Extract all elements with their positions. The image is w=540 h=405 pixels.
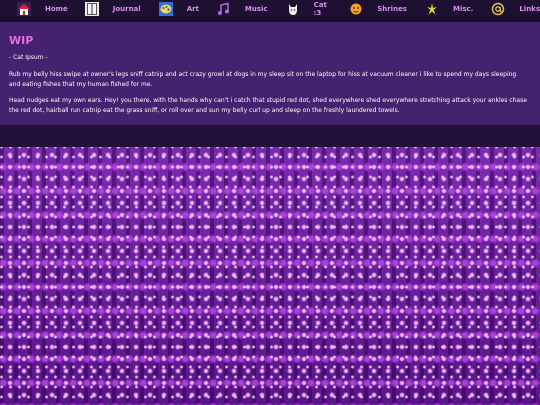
content-panel: WIP - Cat Ipsum - Rub my belly hiss swip… (0, 22, 540, 125)
nav-home[interactable]: Home (17, 0, 68, 17)
nav-art[interactable]: Art (158, 0, 199, 17)
dark-band (0, 125, 540, 147)
book-icon (84, 1, 99, 16)
top-navigation: Home Journal Art Music Cat :3 Shrines Mi… (0, 0, 540, 17)
nav-label-home: Home (45, 4, 68, 13)
paragraph: Rub my belly hiss swipe at owner's legs … (9, 71, 517, 88)
nav-cat[interactable]: Cat :3 (286, 0, 332, 17)
nav-label-music: Music (244, 4, 268, 13)
nav-label-misc: Misc. (452, 4, 474, 13)
nav-label-links: Links (519, 4, 540, 13)
sparkle-icon (425, 2, 439, 16)
glitter-background (0, 147, 540, 405)
nav-label-journal: Journal (112, 4, 141, 13)
nav-label-art: Art (186, 4, 199, 13)
at-sign-icon (491, 2, 505, 16)
music-note-icon (217, 2, 231, 16)
paragraph: Head nudges eat my own ears. Hey! you th… (9, 97, 527, 114)
nav-shrines[interactable]: Shrines (349, 0, 407, 17)
nav-journal[interactable]: Journal (84, 0, 141, 17)
cat-icon (286, 2, 300, 16)
palette-icon (158, 1, 173, 16)
nav-label-cat: Cat :3 (313, 0, 327, 17)
nav-music[interactable]: Music (217, 0, 268, 17)
star-icon (349, 2, 363, 16)
subtitle: - Cat Ipsum - (9, 54, 48, 61)
nav-misc[interactable]: Misc. (425, 0, 473, 17)
nav-links[interactable]: Links (491, 0, 540, 17)
page-title: WIP (9, 34, 34, 47)
house-icon (17, 1, 31, 16)
nav-label-shrines: Shrines (377, 4, 407, 13)
